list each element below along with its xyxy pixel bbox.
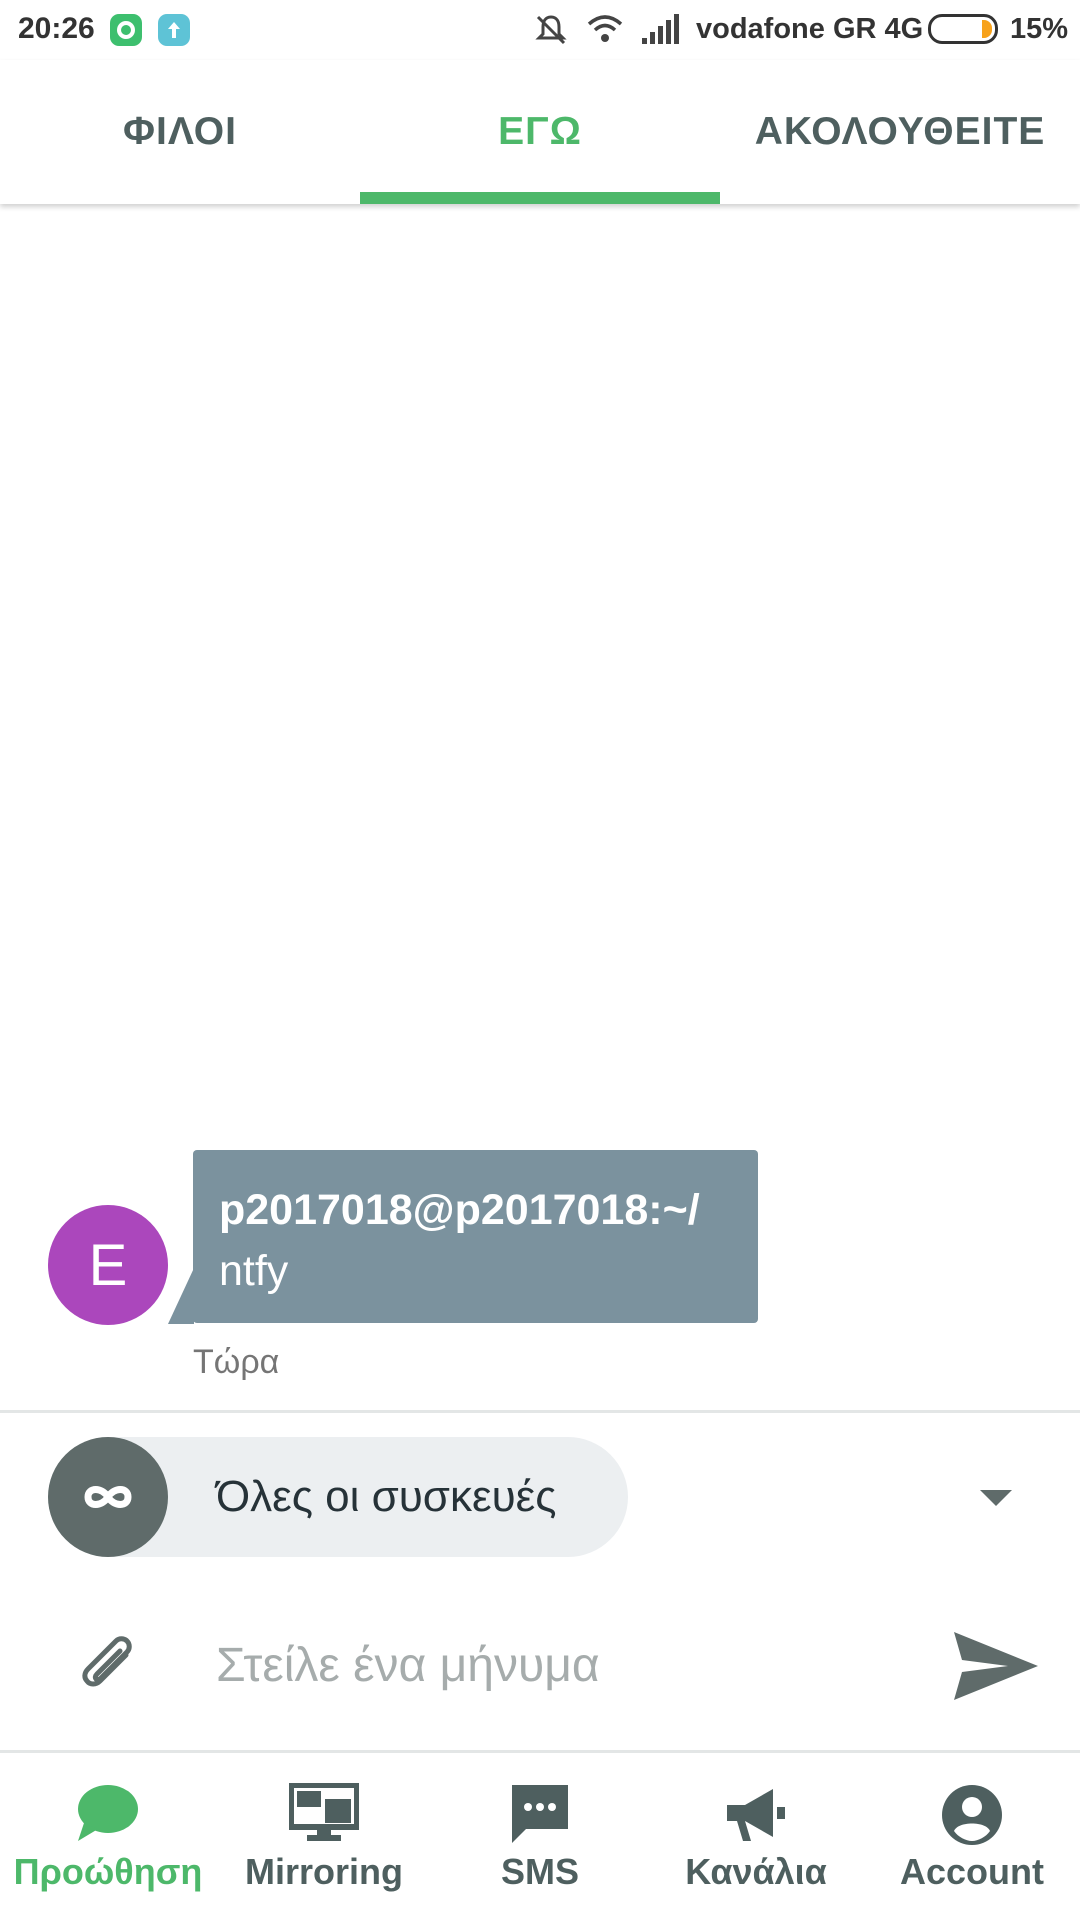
message-bubble[interactable]: p2017018@p2017018:~/ ntfy: [193, 1150, 758, 1323]
paperclip-icon[interactable]: [70, 1625, 142, 1697]
signal-icon: [640, 14, 680, 51]
nav-label: Mirroring: [245, 1851, 403, 1892]
battery-icon: [928, 14, 998, 44]
message-body: ntfy: [219, 1247, 289, 1295]
infinity-icon: [48, 1437, 168, 1557]
battery-percent: 15%: [1010, 13, 1069, 45]
tab-friends[interactable]: ΦΙΛΟΙ: [0, 60, 360, 204]
message-title: p2017018@p2017018:~/: [219, 1186, 700, 1234]
nav-account[interactable]: Account: [864, 1753, 1080, 1920]
sms-icon: [508, 1783, 572, 1850]
send-icon[interactable]: [952, 1626, 1040, 1706]
tab-bar: ΦΙΛΟΙ ΕΓΩ ΑΚΟΛΟΥΘΕΙΤΕ: [0, 60, 1080, 204]
chevron-down-icon[interactable]: [980, 1490, 1012, 1506]
bubble-tail: [168, 1268, 194, 1324]
account-icon: [940, 1783, 1004, 1852]
nav-channels[interactable]: Κανάλια: [648, 1753, 864, 1920]
status-bar: 20:26 vodafone GR 4G 15%: [0, 0, 1080, 60]
tab-me[interactable]: ΕΓΩ: [360, 60, 720, 204]
message-timestamp: Τώρα: [193, 1343, 280, 1381]
status-time: 20:26: [18, 12, 95, 45]
chat-bubble-icon: [76, 1783, 140, 1848]
mute-icon: [533, 12, 569, 53]
upload-icon: [158, 14, 190, 46]
nav-label: Account: [900, 1851, 1044, 1892]
nav-label: Κανάλια: [685, 1851, 827, 1892]
tab-following[interactable]: ΑΚΟΛΟΥΘΕΙΤΕ: [720, 60, 1080, 204]
avatar: E: [48, 1205, 168, 1325]
message-input[interactable]: [216, 1630, 916, 1700]
carrier-name: vodafone GR 4G: [696, 13, 924, 45]
nav-label: SMS: [500, 1851, 579, 1892]
device-selector-label: Όλες οι συσκευές: [216, 1472, 557, 1521]
wifi-icon: [586, 12, 624, 51]
nav-forward[interactable]: Προώθηση: [0, 1753, 216, 1920]
notification-app-icon: [110, 14, 142, 46]
nav-sms[interactable]: SMS: [432, 1753, 648, 1920]
nav-label: Προώθηση: [13, 1851, 203, 1892]
tab-indicator: [360, 192, 720, 204]
divider: [0, 1410, 1080, 1413]
nav-mirroring[interactable]: Mirroring: [216, 1753, 432, 1920]
monitor-icon: [288, 1782, 360, 1848]
megaphone-icon: [723, 1783, 789, 1850]
